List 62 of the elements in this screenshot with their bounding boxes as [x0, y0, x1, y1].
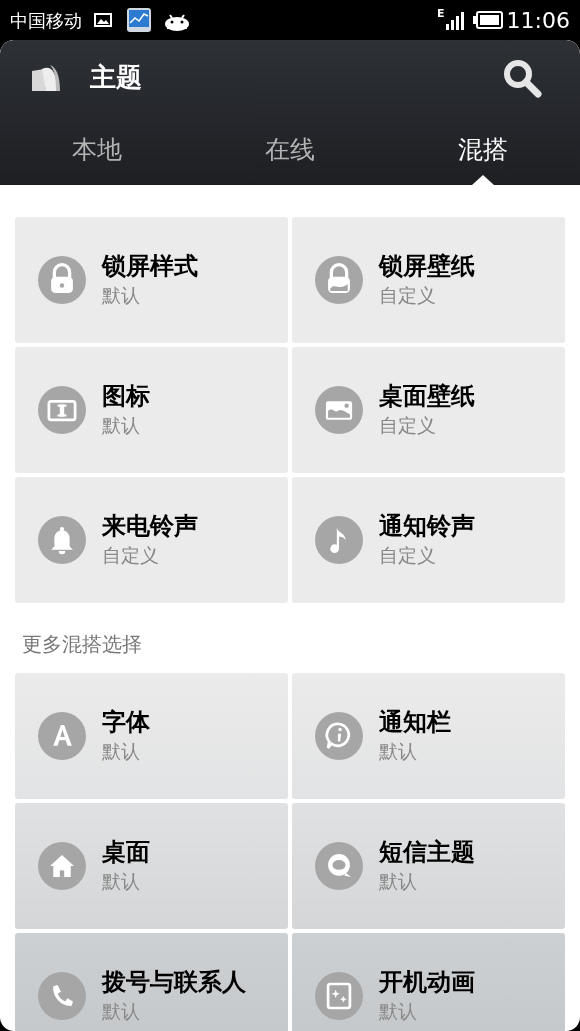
option-title: 来电铃声: [102, 511, 198, 541]
option-value: 默认: [102, 739, 141, 764]
option-value: 默认: [102, 283, 141, 308]
option-tile[interactable]: 字体 默认: [15, 673, 288, 799]
option-tile[interactable]: 通知铃声 自定义: [292, 477, 565, 603]
battery-icon: [472, 11, 503, 29]
option-value: 默认: [102, 413, 141, 438]
chart-app-icon: [126, 7, 152, 33]
padlock-icon: [38, 256, 86, 304]
option-title: 通知铃声: [379, 511, 475, 541]
search-icon[interactable]: [502, 57, 542, 98]
option-title: 开机动画: [379, 967, 475, 997]
chat-bubble-icon: [315, 842, 363, 890]
section-heading: 更多混搭选择: [21, 631, 143, 658]
option-tile[interactable]: 通知栏 默认: [292, 673, 565, 799]
option-title: 锁屏样式: [102, 251, 198, 281]
option-tile[interactable]: 锁屏壁纸 自定义: [292, 217, 565, 343]
sparkle-frame-icon: [315, 972, 363, 1020]
option-value: 默认: [379, 999, 418, 1024]
option-title: 短信主题: [379, 837, 475, 867]
tab[interactable]: 在线: [193, 115, 387, 185]
option-value: 默认: [102, 869, 141, 894]
option-title: 桌面: [102, 837, 150, 867]
option-title: 字体: [102, 707, 150, 737]
option-tile[interactable]: 开机动画 默认: [292, 933, 565, 1031]
option-tile[interactable]: 短信主题 默认: [292, 803, 565, 929]
option-tile[interactable]: 锁屏样式 默认: [15, 217, 288, 343]
option-title: 锁屏壁纸: [379, 251, 475, 281]
picture-notification-icon: [94, 13, 112, 27]
tab[interactable]: 混搭: [386, 115, 580, 185]
option-title: 拨号与联系人: [102, 967, 246, 997]
option-tile[interactable]: 来电铃声 自定义: [15, 477, 288, 603]
option-value: 默认: [379, 869, 418, 894]
option-tile[interactable]: 拨号与联系人 默认: [15, 933, 288, 1031]
app-title: 主题: [90, 61, 142, 94]
music-note-icon: [315, 516, 363, 564]
carrier-name: 中国移动: [10, 8, 82, 33]
network-type: E: [437, 8, 445, 19]
house-icon: [38, 842, 86, 890]
tab[interactable]: 本地: [0, 115, 194, 185]
option-value: 自定义: [379, 543, 437, 568]
padlock-icon: [315, 256, 363, 304]
option-tile[interactable]: 桌面壁纸 自定义: [292, 347, 565, 473]
info-bubble-icon: [315, 712, 363, 760]
option-value: 默认: [379, 739, 418, 764]
font-icon: [38, 712, 86, 760]
theme-app-icon[interactable]: [30, 62, 62, 93]
option-value: 默认: [102, 999, 141, 1024]
frame-icon: [38, 386, 86, 434]
option-title: 图标: [102, 381, 150, 411]
option-value: 自定义: [102, 543, 160, 568]
signal-icon: [444, 10, 465, 30]
phone-icon: [38, 972, 86, 1020]
option-tile[interactable]: 桌面 默认: [15, 803, 288, 929]
option-title: 桌面壁纸: [379, 381, 475, 411]
option-value: 自定义: [379, 283, 437, 308]
option-tile[interactable]: 图标 默认: [15, 347, 288, 473]
clock-time: 11:06: [506, 6, 570, 35]
bell-icon: [38, 516, 86, 564]
image-icon: [315, 386, 363, 434]
option-title: 通知栏: [379, 707, 451, 737]
option-value: 自定义: [379, 413, 437, 438]
